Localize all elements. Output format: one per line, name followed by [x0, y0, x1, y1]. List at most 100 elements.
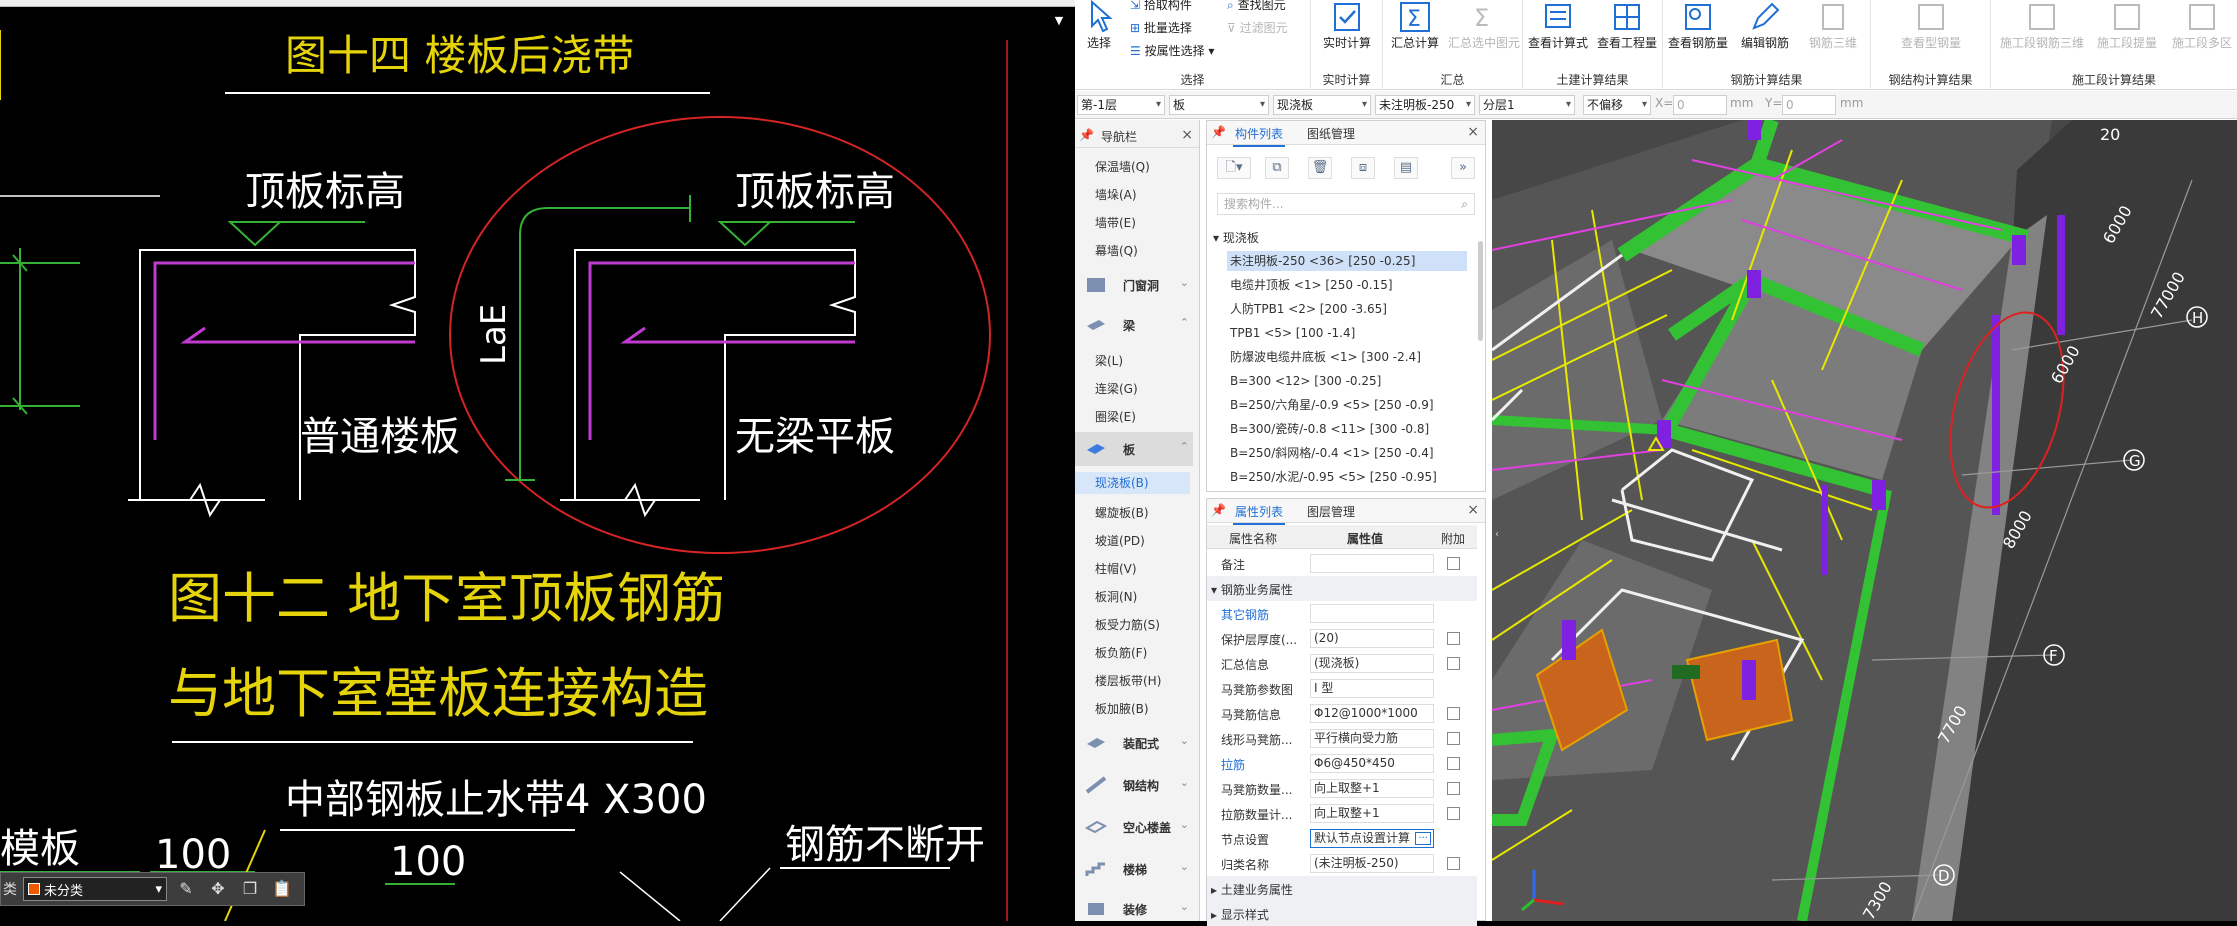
type-select[interactable]: 板 [1169, 95, 1269, 115]
prop-checkbox[interactable] [1447, 757, 1460, 770]
tree-item[interactable]: TPB1 <5> [100 -1.4] [1227, 323, 1467, 343]
paste-icon[interactable]: 📋 [269, 876, 295, 902]
close-icon[interactable]: × [1467, 124, 1479, 140]
pick-button[interactable]: ⇲ 拾取构件 [1130, 0, 1192, 13]
prop-value[interactable]: 默认节点设置计算 ··· [1310, 829, 1434, 848]
more-icon[interactable]: ··· [1415, 832, 1431, 845]
nav-cat-door[interactable]: 门窗洞 ⌄ [1075, 268, 1193, 302]
prop-checkbox[interactable] [1447, 807, 1460, 820]
batch-select-button[interactable]: ⊞ 批量选择 [1130, 19, 1192, 36]
nav-item[interactable]: 板受力筋(S) [1095, 616, 1160, 633]
nav-item[interactable]: 螺旋板(B) [1095, 504, 1149, 521]
filter-button[interactable]: ⊽ 过滤图元 [1227, 19, 1288, 36]
nav-item[interactable]: 墙带(E) [1095, 214, 1136, 231]
3d-view-canvas[interactable]: 20 6000 77000 6000 8000 7700 7300 H G F … [1492, 120, 2237, 921]
nav-cat-steel[interactable]: 钢结构 ⌄ [1075, 768, 1193, 802]
prop-value[interactable]: (未注明板-250) [1310, 854, 1434, 873]
prop-checkbox[interactable] [1447, 707, 1460, 720]
prop-value[interactable]: Φ6@450*450 [1310, 754, 1434, 773]
nav-item[interactable]: 楼层板带(H) [1095, 672, 1161, 689]
view-quantity-button[interactable]: 查看工程量 [1593, 0, 1661, 51]
tree-item[interactable]: B=300/瓷砖/-0.8 <11> [300 -0.8] [1227, 419, 1467, 439]
nav-cat-slab[interactable]: 板 ⌃ [1075, 432, 1193, 466]
prop-checkbox[interactable] [1447, 657, 1460, 670]
copy-icon[interactable]: ❐ [237, 876, 263, 902]
property-section[interactable]: ▾ 钢筋业务属性 [1207, 576, 1477, 601]
category-select[interactable]: 未分类 ▾ [23, 877, 167, 901]
nav-item-cast-slab[interactable]: 现浇板(B) [1075, 472, 1190, 494]
delete-component-button[interactable]: 🗑 [1308, 157, 1332, 179]
tab-property-list[interactable]: 属性列表 [1232, 503, 1286, 525]
prop-checkbox[interactable] [1447, 782, 1460, 795]
scrollbar[interactable] [1478, 241, 1483, 341]
construction-qty-button[interactable]: 施工段提量 [2089, 0, 2165, 51]
x-input[interactable]: 0 [1673, 95, 1727, 115]
move-icon[interactable]: ✥ [205, 876, 231, 902]
more-button[interactable]: » [1451, 157, 1475, 179]
tab-component-list[interactable]: 构件列表 [1232, 125, 1286, 147]
summary-selected-button[interactable]: Σ 汇总选中图元 [1447, 0, 1521, 51]
view-formula-button[interactable]: 查看计算式 [1525, 0, 1591, 51]
nav-cat-hollow[interactable]: 空心楼盖 ⌄ [1075, 810, 1193, 844]
tree-item[interactable]: 人防TPB1 <2> [200 -3.65] [1227, 299, 1467, 319]
component-select[interactable]: 未注明板-250 [1375, 95, 1475, 115]
cad-drawing-canvas[interactable]: ▼ 图十四 楼板后浇带 顶板标高 普通楼板 顶板标高 LaE 无梁平板 图十二 … [0, 0, 1075, 921]
find-button[interactable]: ⌕ 查找图元 [1227, 0, 1286, 13]
prop-value[interactable]: Φ12@1000*1000 [1310, 704, 1434, 723]
edit-rebar-button[interactable]: 编辑钢筋 [1733, 0, 1797, 51]
prop-checkbox[interactable] [1447, 857, 1460, 870]
nav-item[interactable]: 坡道(PD) [1095, 532, 1145, 549]
nav-cat-stair[interactable]: 楼梯 ⌄ [1075, 852, 1193, 886]
tree-item[interactable]: 未注明板-250 <36> [250 -0.25] [1227, 251, 1467, 271]
close-icon[interactable]: × [1181, 127, 1193, 143]
y-input[interactable]: 0 [1782, 95, 1836, 115]
pin-icon[interactable]: 📌 [1079, 128, 1094, 142]
nav-item[interactable]: 幕墙(Q) [1095, 242, 1138, 259]
tree-item[interactable]: B=250/斜网格/-0.4 <1> [250 -0.4] [1227, 443, 1467, 463]
attr-select-button[interactable]: ☰ 按属性选择 ▾ [1130, 42, 1214, 59]
close-icon[interactable]: × [1467, 502, 1479, 518]
prop-value[interactable]: 平行横向受力筋 [1310, 729, 1434, 748]
prop-checkbox[interactable] [1447, 732, 1460, 745]
subtype-select[interactable]: 现浇板 [1273, 95, 1371, 115]
component-search-input[interactable]: 搜索构件... ⌕ [1217, 193, 1475, 215]
prop-checkbox[interactable] [1447, 632, 1460, 645]
property-section[interactable]: ▸ 土建业务属性 [1207, 876, 1477, 901]
view-rebar-button[interactable]: 查看钢筋量 [1665, 0, 1731, 51]
nav-item[interactable]: 保温墙(Q) [1095, 158, 1150, 175]
tab-drawing-manage[interactable]: 图纸管理 [1307, 125, 1355, 142]
nav-cat-prefab[interactable]: 装配式 ⌄ [1075, 726, 1193, 760]
prop-checkbox[interactable] [1447, 557, 1460, 570]
floor-select[interactable]: 第-1层 [1077, 95, 1165, 115]
construction-rebar3d-button[interactable]: 施工段钢筋三维 [1997, 0, 2087, 51]
nav-item-beam[interactable]: 梁(L) [1095, 352, 1123, 369]
layer-copy-button[interactable]: ⧈ [1351, 157, 1375, 179]
tree-item[interactable]: 防爆波电缆井底板 <1> [300 -2.4] [1227, 347, 1467, 367]
view-steel-button[interactable]: 查看型钢量 [1891, 0, 1971, 51]
summary-calc-button[interactable]: Σ 汇总计算 [1385, 0, 1445, 51]
realtime-calc-button[interactable]: 实时计算 [1317, 0, 1377, 51]
prop-value[interactable]: I 型 [1310, 679, 1434, 698]
nav-cat-beam[interactable]: 梁 ⌃ [1075, 308, 1193, 342]
prop-value[interactable] [1310, 604, 1434, 623]
prop-value[interactable]: 向上取整+1 [1310, 779, 1434, 798]
tree-item[interactable]: 电缆井顶板 <1> [250 -0.15] [1227, 275, 1467, 295]
copy-component-button[interactable]: ⧉ [1265, 157, 1289, 179]
new-component-button[interactable]: 🗋▾ [1217, 157, 1251, 179]
nav-item[interactable]: 柱帽(V) [1095, 560, 1137, 577]
tab-layer-manage[interactable]: 图层管理 [1307, 503, 1355, 520]
select-button[interactable]: 选择 [1081, 0, 1117, 51]
nav-item[interactable]: 板洞(N) [1095, 588, 1137, 605]
property-section[interactable]: ▸ 显示样式 [1207, 901, 1477, 926]
nav-item[interactable]: 板负筋(F) [1095, 644, 1147, 661]
filter-component-button[interactable]: ▤ [1394, 157, 1418, 179]
layer-select[interactable]: 分层1 [1479, 95, 1575, 115]
prop-value[interactable]: (现浇板) [1310, 654, 1434, 673]
tree-item[interactable]: B=250/六角星/-0.9 <5> [250 -0.9] [1227, 395, 1467, 415]
nav-item-link-beam[interactable]: 连梁(G) [1095, 380, 1138, 397]
rebar-3d-button[interactable]: 钢筋三维 [1799, 0, 1867, 51]
tree-item[interactable]: B=250/水泥/-0.95 <5> [250 -0.95] [1227, 467, 1467, 485]
nav-item-ring-beam[interactable]: 圈梁(E) [1095, 408, 1136, 425]
panel-collapse-icon[interactable]: ‹ [1492, 520, 1502, 550]
offset-select[interactable]: 不偏移 [1583, 95, 1651, 115]
